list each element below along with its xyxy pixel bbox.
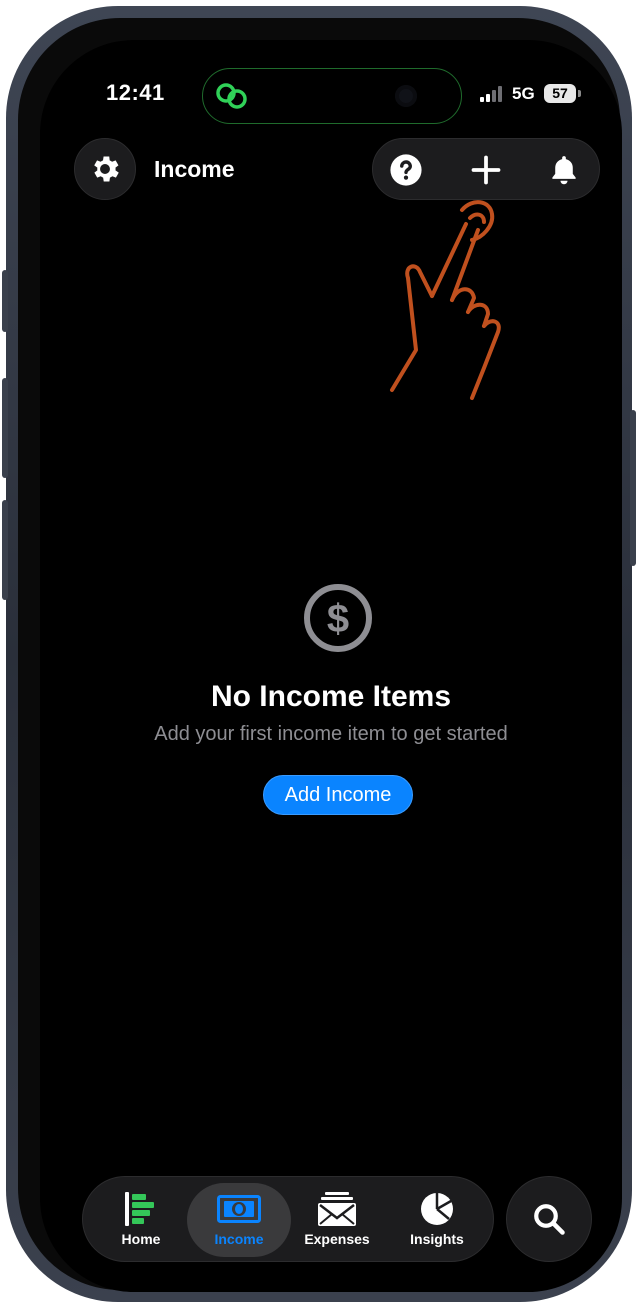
dollar-circle-icon: $ [304,584,372,652]
page-title: Income [154,156,235,182]
empty-state-title: No Income Items [210,680,452,713]
phone-bezel: 12:41 5G 57 Income $ No Income Items Add… [18,18,622,1292]
dynamic-island [202,68,462,124]
volume-down-button [2,500,8,600]
status-time: 12:41 [106,80,165,105]
network-type: 5G [512,84,535,103]
help-button[interactable] [387,151,425,189]
tab-income-icon-wrap [187,1191,291,1227]
power-button [630,410,636,566]
add-button[interactable] [467,151,505,189]
search-icon [534,1204,565,1235]
search-button[interactable] [506,1176,592,1262]
bell-icon [552,156,576,185]
svg-text:$: $ [327,597,349,641]
tab-insights-icon-wrap [385,1191,489,1227]
settings-button[interactable] [74,138,136,200]
cellular-signal-icon [480,86,502,102]
volume-up-button [2,378,8,478]
tab-expenses-label: Expenses [304,1231,370,1247]
tab-home[interactable]: Home [89,1183,193,1257]
tap-hand-icon [390,200,501,400]
plus-icon [471,155,501,185]
pie-chart-icon [421,1193,453,1225]
banknote-icon [217,1195,261,1223]
tab-insights[interactable]: Insights [385,1183,489,1257]
tab-bar: Home Income Expenses Insights [82,1176,494,1262]
battery-cap [578,90,581,97]
gear-icon [94,156,119,182]
tab-insights-label: Insights [410,1231,464,1247]
link-activity-icon [216,83,247,109]
notifications-button[interactable] [545,151,583,189]
phone-frame: 12:41 5G 57 Income $ No Income Items Add… [2,6,636,1302]
camera-icon [395,85,417,107]
tab-expenses-icon-wrap [285,1191,389,1227]
battery-indicator: 57 [544,84,576,103]
app-screen: 12:41 5G 57 Income $ No Income Items Add… [40,40,622,1292]
tab-income[interactable]: Income [187,1183,291,1257]
add-income-button[interactable]: Add Income [263,775,413,815]
empty-state-subtitle: Add your first income item to get starte… [154,723,508,745]
question-circle-icon [390,154,422,186]
tab-home-icon-wrap [89,1191,193,1227]
action-button [2,270,8,332]
tab-home-label: Home [121,1231,161,1247]
tab-income-label: Income [214,1231,264,1247]
home-bars-icon [125,1192,154,1226]
envelope-icon [318,1192,356,1226]
tab-expenses[interactable]: Expenses [285,1183,389,1257]
